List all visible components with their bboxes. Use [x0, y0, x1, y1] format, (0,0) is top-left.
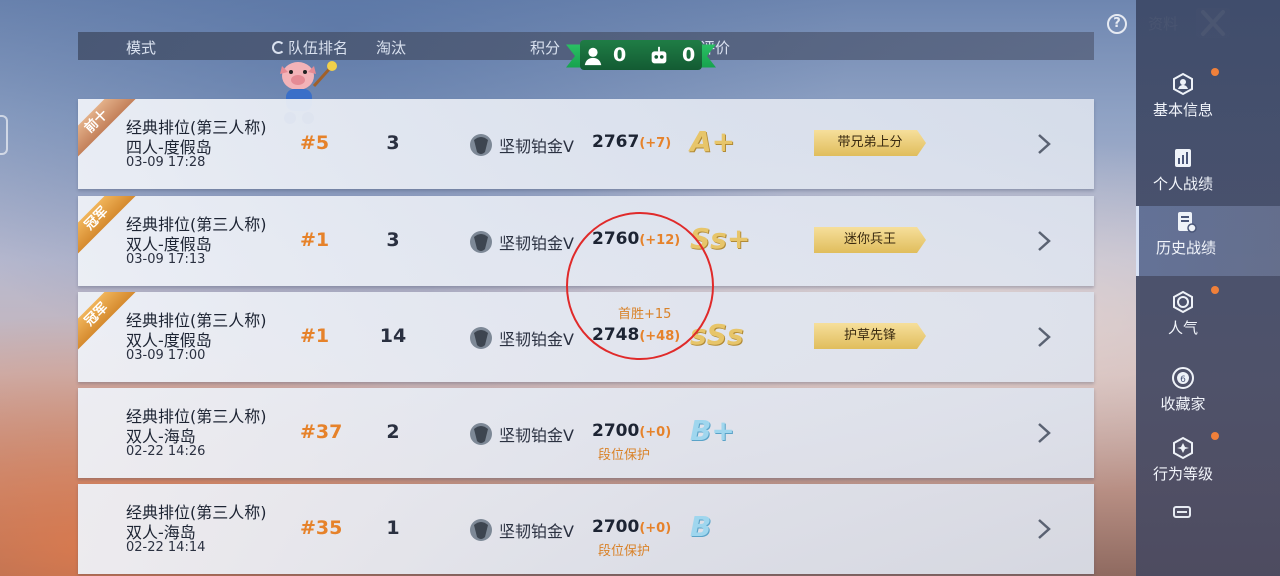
evaluation-grade: B	[690, 510, 712, 543]
team-rank: #35	[300, 517, 343, 539]
chevron-right-icon[interactable]	[1036, 325, 1052, 349]
profile-icon	[1173, 72, 1193, 96]
score-delta: (+7)	[639, 136, 672, 151]
tier-name: 坚韧铂金Ⅴ	[499, 137, 574, 156]
match-time: 02-22 14:26	[126, 444, 206, 459]
header-team-rank-label: 队伍排名	[288, 39, 349, 57]
bot-icon	[651, 46, 667, 64]
sidebar-label: 收藏家	[1160, 395, 1206, 413]
score-delta: (+0)	[639, 425, 672, 440]
sidebar-label: 个人战绩	[1152, 175, 1213, 193]
match-row[interactable]: 经典排位(第三人称) 双人-海岛 02-22 14:14 #35 1 坚韧铂金Ⅴ…	[78, 484, 1094, 574]
tier-emblem-icon	[470, 134, 492, 156]
team-rank: #37	[300, 421, 343, 443]
match-row[interactable]: 前十 经典排位(第三人称) 四人-度假岛 03-09 17:28 #5 3 坚韧…	[78, 99, 1094, 189]
header-kills: 淘汰	[376, 39, 407, 57]
behavior-icon	[1173, 436, 1193, 460]
tier-name: 坚韧铂金Ⅴ	[499, 330, 574, 349]
sidebar-item-behavior-level[interactable]: 行为等级	[1136, 432, 1280, 502]
team-rank: #1	[300, 325, 330, 347]
match-row[interactable]: 经典排位(第三人称) 双人-海岛 02-22 14:26 #37 2 坚韧铂金Ⅴ…	[78, 388, 1094, 478]
chevron-right-icon[interactable]	[1036, 517, 1052, 541]
tier-name: 坚韧铂金Ⅴ	[499, 426, 574, 445]
sidebar-item-basic-info[interactable]: 基本信息	[1136, 68, 1280, 138]
tier-emblem-icon	[470, 327, 492, 349]
stats-icon	[1175, 149, 1191, 167]
score-delta: (+0)	[639, 521, 672, 536]
collector-icon: 6	[1172, 367, 1194, 389]
rank-protection-note: 段位保护	[598, 448, 651, 463]
chevron-right-icon[interactable]	[1036, 229, 1052, 253]
notification-dot	[1211, 432, 1219, 440]
honor-title: 带兄弟上分	[814, 130, 926, 156]
sidebar-item-collector[interactable]: 6 收藏家	[1136, 362, 1280, 432]
kill-count: 2	[386, 421, 400, 443]
header-score: 积分	[530, 39, 561, 57]
help-icon[interactable]: ?	[1107, 14, 1127, 34]
sidebar-label: 行为等级	[1152, 465, 1213, 483]
honor-title: 护草先锋	[814, 323, 926, 349]
team-rank: #5	[300, 132, 330, 154]
kill-count: 1	[386, 517, 400, 539]
match-time: 03-09 17:13	[126, 252, 206, 267]
sidebar-label: 人气	[1167, 319, 1198, 337]
score: 2767(+7)	[592, 132, 671, 152]
highlight-circle	[566, 212, 714, 360]
tier-name: 坚韧铂金Ⅴ	[499, 234, 574, 253]
team-rank: #1	[300, 229, 330, 251]
score: 2700(+0)	[592, 517, 671, 537]
match-time: 03-09 17:00	[126, 348, 206, 363]
evaluation-grade: A+	[690, 125, 736, 158]
svg-text:6: 6	[1180, 375, 1186, 385]
match-time: 02-22 14:14	[126, 540, 206, 555]
refresh-icon[interactable]	[272, 41, 285, 54]
score-value: 2700	[592, 517, 640, 537]
rank-protection-note: 段位保护	[598, 544, 651, 559]
notification-dot	[1211, 286, 1219, 294]
header-mode: 模式	[126, 39, 157, 57]
tier-emblem-icon	[470, 231, 492, 253]
human-count: 0	[613, 44, 627, 66]
more-menu-icon[interactable]	[1173, 506, 1191, 518]
tier-emblem-icon	[470, 519, 492, 541]
popularity-icon	[1173, 290, 1193, 314]
chevron-right-icon[interactable]	[1036, 421, 1052, 445]
sidebar-label: 基本信息	[1152, 101, 1213, 119]
human-player-icon	[584, 47, 602, 66]
evaluation-grade: B+	[690, 414, 735, 447]
score-value: 2700	[592, 421, 640, 441]
sidebar-item-popularity[interactable]: 人气	[1136, 286, 1280, 356]
tier-name: 坚韧铂金Ⅴ	[499, 522, 574, 541]
kill-count: 14	[379, 325, 407, 347]
sidebar-label: 历史战绩	[1155, 239, 1216, 257]
honor-title: 迷你兵王	[814, 227, 926, 253]
chevron-right-icon[interactable]	[1036, 132, 1052, 156]
sidebar-item-history[interactable]: 历史战绩	[1136, 206, 1280, 276]
kill-count: 3	[386, 229, 400, 251]
match-time: 03-09 17:28	[126, 155, 206, 170]
sidebar-item-personal-stats[interactable]: 个人战绩	[1136, 142, 1280, 212]
score: 2700(+0)	[592, 421, 671, 441]
score-value: 2767	[592, 132, 640, 152]
bot-count: 0	[682, 44, 696, 66]
kill-count: 3	[386, 132, 400, 154]
history-icon	[1178, 212, 1197, 233]
notification-dot	[1211, 68, 1219, 76]
left-edge-tab[interactable]	[0, 115, 8, 155]
header-team-rank[interactable]: 队伍排名	[272, 37, 348, 58]
tier-emblem-icon	[470, 423, 492, 445]
